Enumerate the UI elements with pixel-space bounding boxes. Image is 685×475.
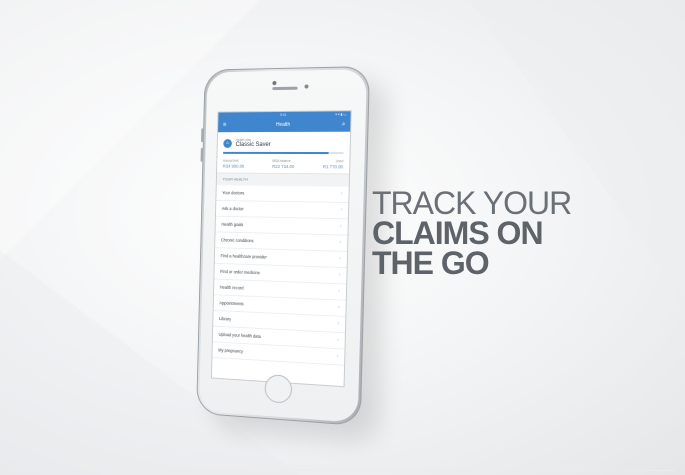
app-header: ≡ Health ⌕ <box>218 118 350 132</box>
stat-value: R34 900.00 <box>223 163 245 168</box>
chevron-right-icon: › <box>339 239 341 245</box>
hamburger-menu-icon[interactable]: ≡ <box>223 119 227 132</box>
proximity-sensor-icon <box>304 84 308 88</box>
chevron-right-icon: › <box>340 207 342 213</box>
chevron-right-icon: › <box>339 272 341 278</box>
headline-line-1: TRACK YOUR <box>372 188 571 218</box>
chevron-right-icon: › <box>340 223 342 229</box>
app-title: Health <box>276 122 290 128</box>
benefit-stats: Annual limit R34 900.00 MSA balance R22 … <box>217 153 350 173</box>
stat-value: R22 734.00 <box>272 163 294 168</box>
volume-up-button <box>201 128 204 142</box>
headline-line-3: THE GO <box>372 248 571 278</box>
phone-face: 9:41 ▾ ▾ ▮ ▭ ≡ Health ⌕ ⌂ Health plan Cl… <box>199 69 367 423</box>
volume-down-button <box>201 148 204 162</box>
home-button[interactable] <box>264 374 292 404</box>
front-camera-icon <box>272 81 276 85</box>
search-icon[interactable]: ⌕ <box>342 118 346 131</box>
smartphone-mockup: 9:41 ▾ ▾ ▮ ▭ ≡ Health ⌕ ⌂ Health plan Cl… <box>196 66 370 426</box>
earpiece-speaker <box>272 87 297 90</box>
plan-name: Classic Saver <box>236 142 271 148</box>
chevron-right-icon: › <box>337 337 339 343</box>
signal-battery-icon: ▾ ▾ ▮ ▭ <box>335 111 347 118</box>
chevron-right-icon: › <box>338 288 340 294</box>
promo-headline: TRACK YOUR CLAIMS ON THE GO <box>372 188 571 278</box>
chevron-right-icon: › <box>337 321 339 327</box>
stat-msa-balance: MSA balance R22 734.00 <box>272 158 294 168</box>
frame-bottom-line <box>8 470 677 471</box>
chevron-right-icon: › <box>337 353 339 359</box>
headline-line-2: CLAIMS ON <box>372 218 571 248</box>
plan-icon: ⌂ <box>223 139 232 148</box>
plan-summary[interactable]: ⌂ Health plan Classic Saver <box>218 132 351 152</box>
stat-used: Used R1 770.00 <box>323 159 343 169</box>
phone-screen: 9:41 ▾ ▾ ▮ ▭ ≡ Health ⌕ ⌂ Health plan Cl… <box>211 110 352 387</box>
status-time: 9:41 <box>280 113 287 117</box>
stat-value: R1 770.00 <box>323 164 343 169</box>
chevron-right-icon: › <box>341 191 343 197</box>
stat-annual-limit: Annual limit R34 900.00 <box>223 158 245 168</box>
chevron-right-icon: › <box>338 304 340 310</box>
chevron-right-icon: › <box>339 256 341 262</box>
